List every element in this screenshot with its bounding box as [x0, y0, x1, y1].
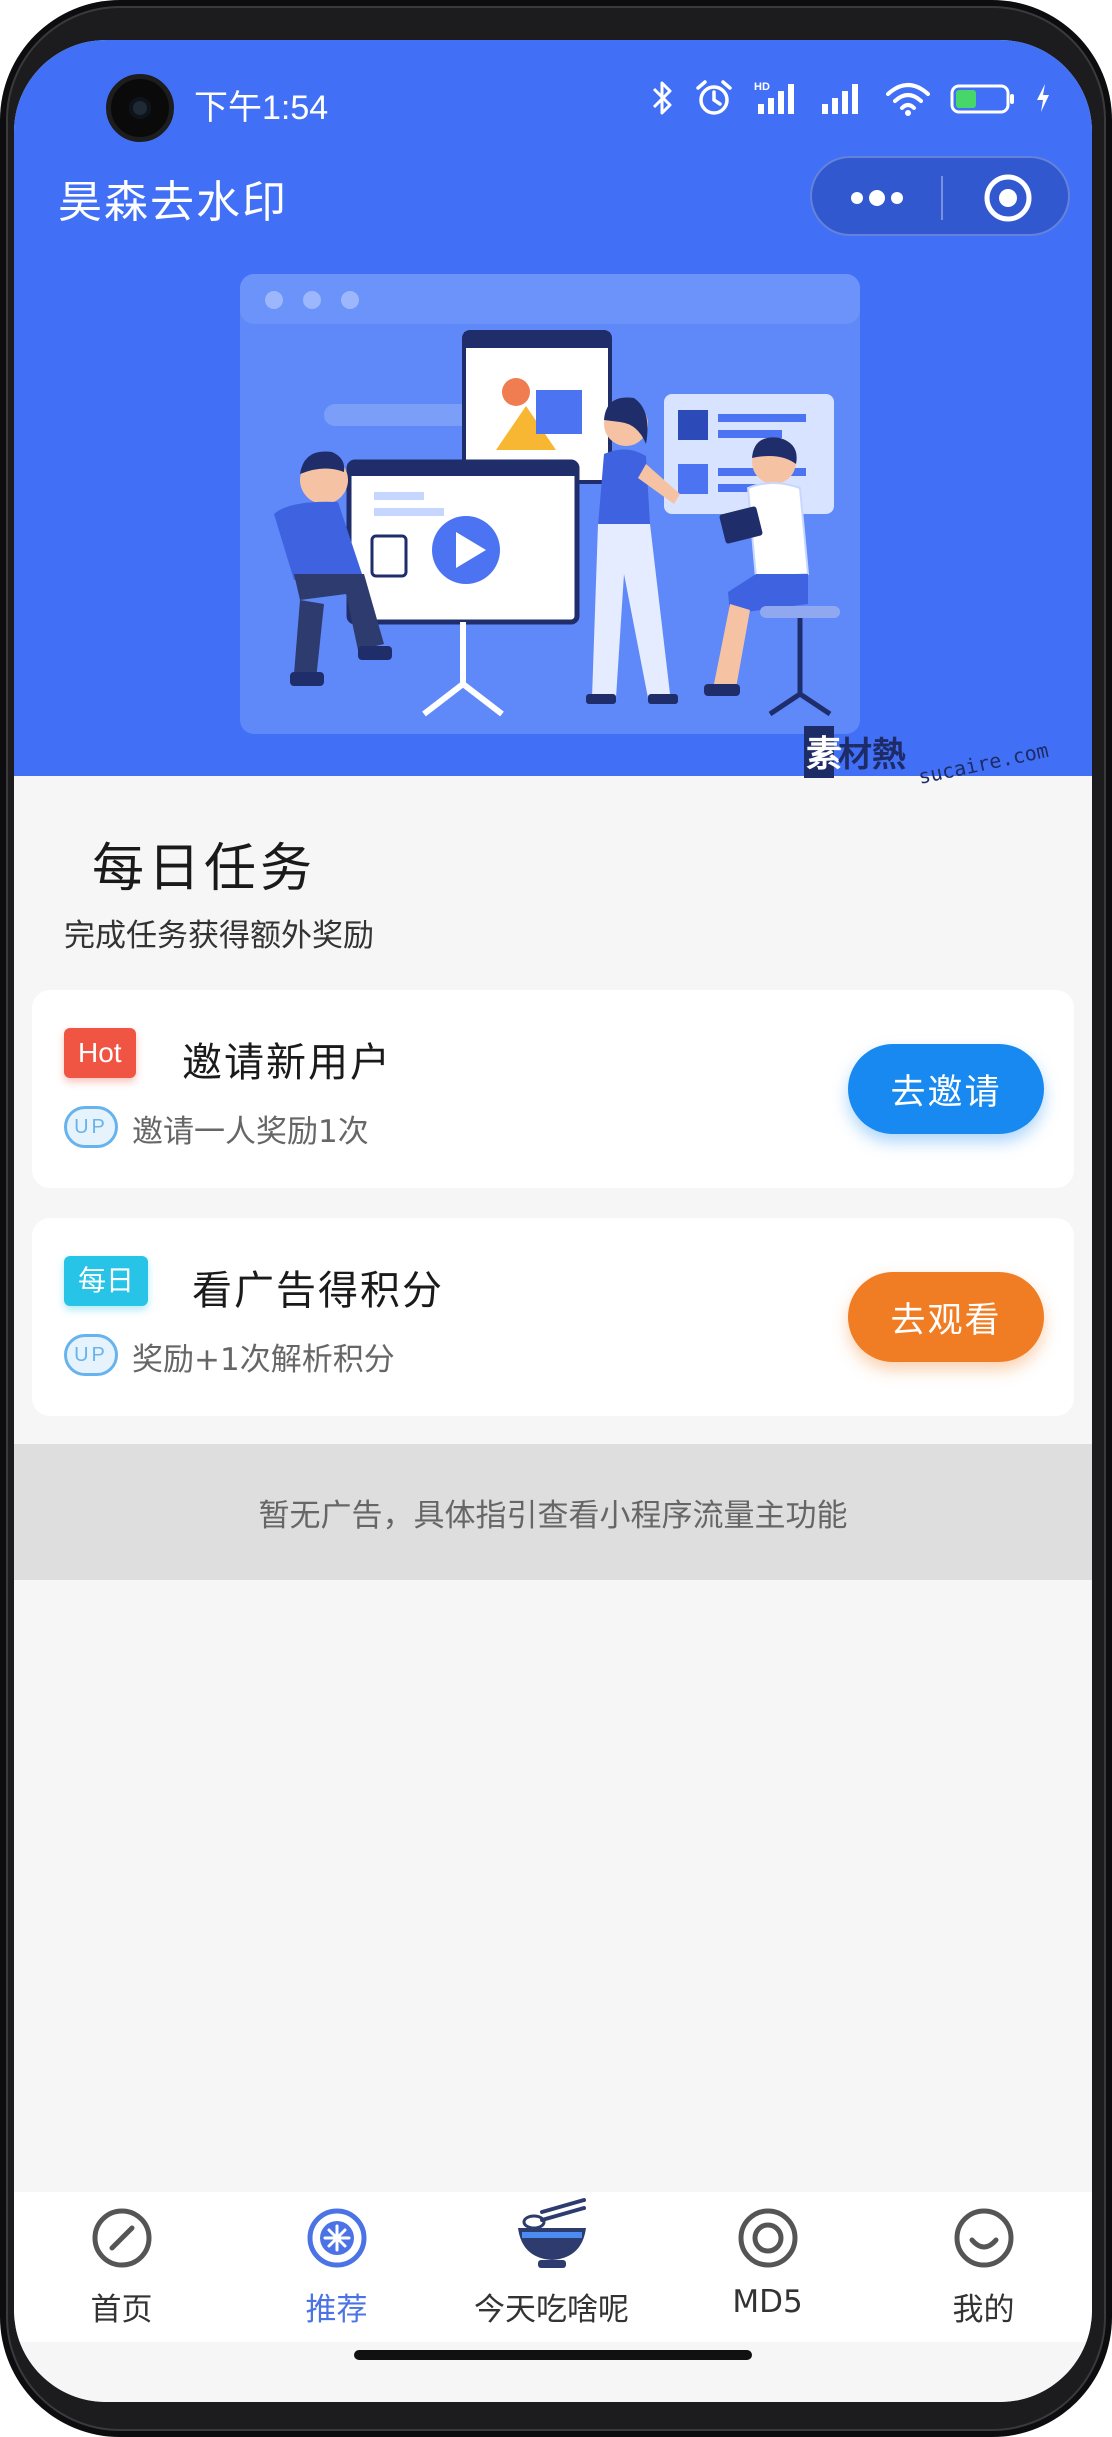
hot-tag: Hot [64, 1028, 136, 1078]
daily-tag: 每日 [64, 1256, 149, 1306]
task-description: 邀请一人奖励1次 [132, 1114, 369, 1150]
ad-notice: 暂无广告，具体指引查看小程序流量主功能 [14, 1444, 1092, 1580]
up-badge: UP [64, 1334, 118, 1376]
smile-icon [954, 2208, 1013, 2268]
tab-home[interactable]: 首页 [14, 2192, 229, 2342]
more-button[interactable] [812, 158, 942, 238]
tab-label: 首页 [90, 2292, 153, 2328]
status-time: 下午1:54 [194, 89, 329, 127]
watermark-logo: 素 材熱 sucaire.com [804, 726, 1064, 796]
mini-program-capsule [810, 156, 1070, 236]
front-camera [106, 74, 174, 142]
status-bar: 下午1:54 HD [14, 40, 1092, 160]
tab-md5[interactable]: MD5 [660, 2192, 875, 2342]
wifi-icon [884, 78, 932, 122]
watch-ad-button[interactable]: 去观看 [848, 1272, 1044, 1362]
task-card-watch-ad: 每日 看广告得积分 UP 奖励+1次解析积分 去观看 [32, 1218, 1074, 1416]
target-icon [738, 2208, 797, 2268]
watermark-logo-image: 素 材熱 sucaire.com [804, 726, 1051, 789]
task-title: 看广告得积分 [192, 1268, 444, 1314]
presentation-illustration [240, 274, 860, 734]
status-icons: HD [650, 78, 1052, 122]
task-description: 奖励+1次解析积分 [132, 1342, 395, 1378]
tab-label: 今天吃啥呢 [474, 2292, 629, 2328]
compass-icon [92, 2208, 151, 2268]
task-card-invite: Hot 邀请新用户 UP 邀请一人奖励1次 去邀请 [32, 990, 1074, 1188]
daily-tasks-title: 每日任务 [92, 839, 317, 899]
app-title: 昊森去水印 [58, 177, 288, 228]
svg-text:sucaire.com: sucaire.com [916, 738, 1051, 789]
bluetooth-icon [650, 78, 676, 122]
tab-mine[interactable]: 我的 [876, 2192, 1091, 2342]
phone-frame: 下午1:54 HD 昊森去水印 素 材熱 sucaire.com 每日任务 完成… [0, 0, 1112, 2437]
hd-signal-icon: HD [752, 78, 802, 122]
up-badge: UP [64, 1106, 118, 1148]
tab-label: MD5 [732, 2284, 803, 2320]
hero-banner: 下午1:54 HD 昊森去水印 [14, 40, 1092, 776]
recommend-icon [307, 2208, 366, 2268]
screen: 下午1:54 HD 昊森去水印 素 材熱 sucaire.com 每日任务 完成… [14, 40, 1092, 2402]
invite-button[interactable]: 去邀请 [848, 1044, 1044, 1134]
svg-text:素: 素 [806, 734, 842, 775]
tab-label: 我的 [952, 2292, 1015, 2328]
tab-bar: 首页 推荐 今天吃啥呢 MD5 我的 [14, 2192, 1092, 2342]
close-miniprogram-button[interactable] [943, 158, 1072, 238]
svg-text:材熱: 材熱 [838, 735, 906, 775]
more-dots-icon [851, 190, 903, 206]
alarm-icon [694, 78, 734, 122]
tab-today-eat[interactable]: 今天吃啥呢 [444, 2192, 659, 2342]
svg-text:HD: HD [754, 81, 770, 93]
home-indicator[interactable] [354, 2350, 752, 2360]
charging-icon [1034, 78, 1052, 122]
task-title: 邀请新用户 [182, 1040, 392, 1086]
battery-icon [950, 78, 1016, 122]
noodle-bowl-icon [517, 2198, 586, 2268]
record-target-icon [984, 174, 1031, 222]
signal-icon [820, 78, 866, 122]
tab-label: 推荐 [305, 2292, 368, 2328]
tab-recommend[interactable]: 推荐 [229, 2192, 444, 2342]
daily-tasks-subtitle: 完成任务获得额外奖励 [64, 918, 374, 954]
